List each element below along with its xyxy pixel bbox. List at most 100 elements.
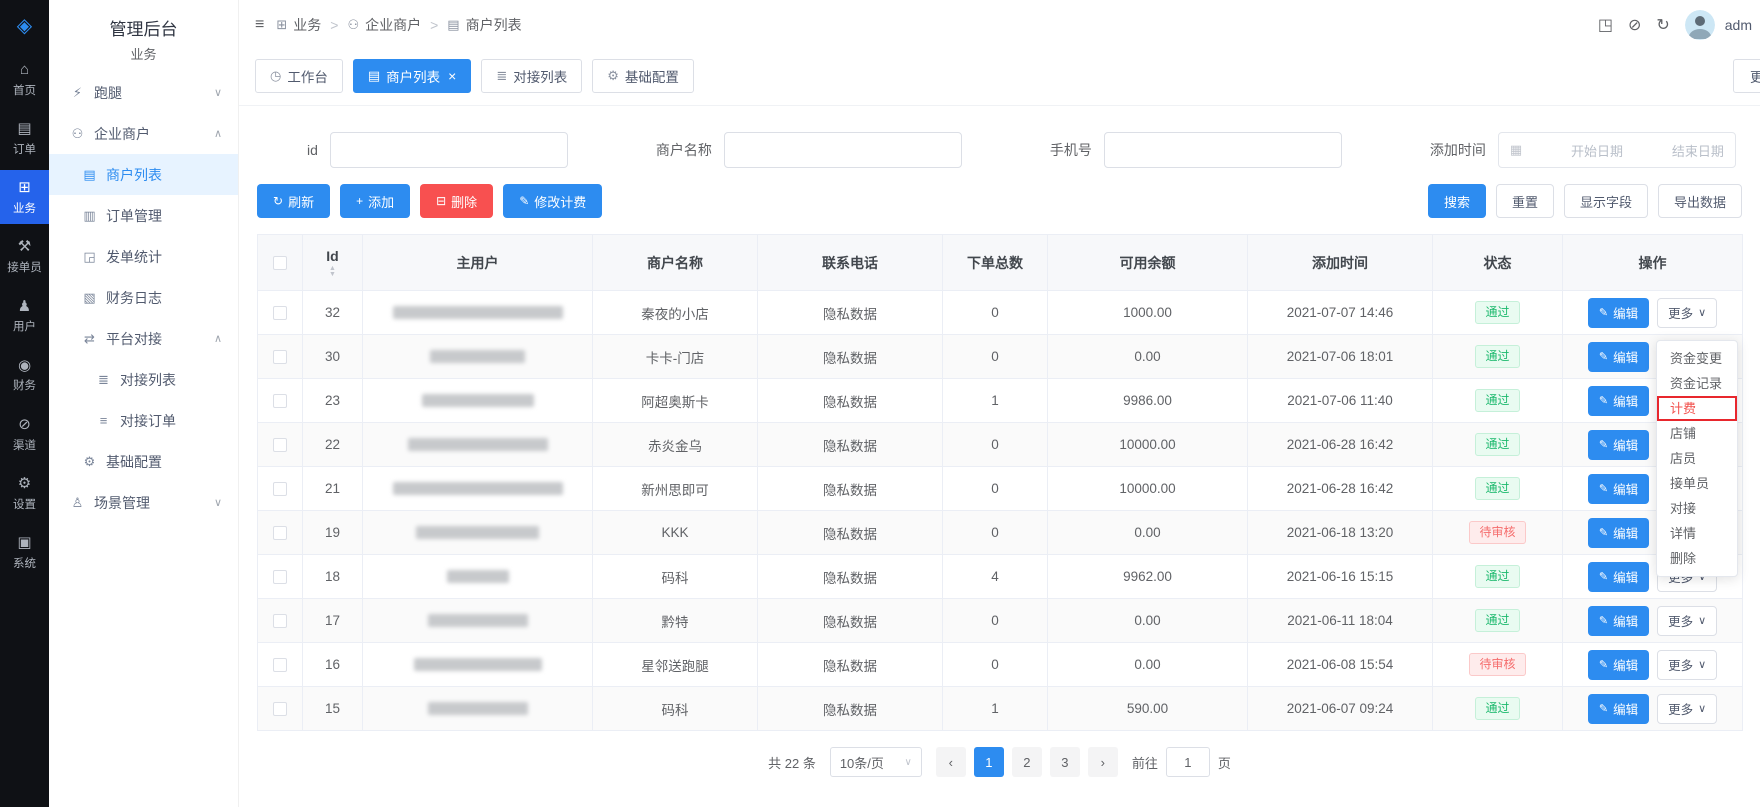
search-button[interactable]: 搜索 (1428, 184, 1486, 218)
delete-button[interactable]: ⊟删除 (420, 184, 493, 218)
page-tab[interactable]: ◷ 工作台 (255, 59, 343, 93)
row-checkbox[interactable] (273, 702, 287, 716)
rail-item-label: 接单员 (7, 262, 42, 274)
more-button[interactable]: 更多∨ (1657, 298, 1717, 328)
username-label[interactable]: adm (1725, 17, 1752, 33)
sidebar-item[interactable]: ▥ 订单管理 (49, 195, 238, 236)
export-data-button[interactable]: 导出数据 (1658, 184, 1742, 218)
next-page-button[interactable]: › (1088, 747, 1118, 777)
edit-button[interactable]: ✎编辑 (1588, 694, 1649, 724)
page-tab[interactable]: ≣ 对接列表 (481, 59, 582, 93)
chevron-icon: ∨ (214, 496, 222, 509)
phone-input[interactable] (1104, 132, 1342, 168)
sidebar-item[interactable]: ▧ 财务日志 (49, 277, 238, 318)
sidebar-item[interactable]: ◲ 发单统计 (49, 236, 238, 277)
modify-billing-button[interactable]: ✎修改计费 (503, 184, 602, 218)
more-button[interactable]: 更多∨ (1657, 650, 1717, 680)
row-order-count: 4 (943, 555, 1048, 599)
row-checkbox[interactable] (273, 614, 287, 628)
breadcrumb-item[interactable]: > ▤ 商户列表 (421, 15, 521, 35)
sidebar-item[interactable]: ⚙ 基础配置 (49, 441, 238, 482)
breadcrumb-item[interactable]: > ⚇ 企业商户 (321, 15, 421, 35)
dropdown-item[interactable]: 详情 (1657, 521, 1737, 546)
select-all-checkbox[interactable] (273, 256, 287, 270)
row-checkbox[interactable] (273, 482, 287, 496)
sidebar-item[interactable]: ⚡ 跑腿 ∨ (49, 72, 238, 113)
header-status: 状态 (1433, 235, 1563, 291)
id-input[interactable] (330, 132, 568, 168)
row-operations: ✎编辑 更多∨ (1563, 291, 1743, 335)
row-checkbox[interactable] (273, 570, 287, 584)
rail-item[interactable]: ♟用户 (0, 289, 49, 343)
rail-item[interactable]: ▣系统 (0, 525, 49, 579)
row-checkbox[interactable] (273, 658, 287, 672)
fullscreen-icon[interactable]: ◳ (1598, 15, 1613, 35)
more-button[interactable]: 更多∨ (1657, 694, 1717, 724)
edit-button[interactable]: ✎编辑 (1588, 606, 1649, 636)
dropdown-item[interactable]: 资金变更 (1657, 346, 1737, 371)
edit-button[interactable]: ✎编辑 (1588, 386, 1649, 416)
rail-item[interactable]: ⊘渠道 (0, 407, 49, 461)
edit-button[interactable]: ✎编辑 (1588, 518, 1649, 548)
edit-button[interactable]: ✎编辑 (1588, 474, 1649, 504)
page-size-select[interactable]: 10条/页 ∨ (830, 747, 922, 777)
sort-carets[interactable]: ▲▼ (329, 266, 336, 278)
refresh-page-icon[interactable]: ↻ (1656, 15, 1669, 35)
sidebar-collapse-icon[interactable]: ≡ (255, 16, 264, 34)
row-checkbox[interactable] (273, 526, 287, 540)
dropdown-item[interactable]: 删除 (1657, 546, 1737, 571)
rail-item[interactable]: ▤订单 (0, 111, 49, 165)
sidebar-item[interactable]: ⚇ 企业商户 ∧ (49, 113, 238, 154)
page-number-button[interactable]: 3 (1050, 747, 1080, 777)
show-fields-button[interactable]: 显示字段 (1564, 184, 1648, 218)
sidebar-item[interactable]: ▤ 商户列表 (49, 154, 238, 195)
dropdown-item[interactable]: 店铺 (1657, 421, 1737, 446)
rail-item[interactable]: ⚙设置 (0, 466, 49, 520)
page-number-button[interactable]: 2 (1012, 747, 1042, 777)
edit-button[interactable]: ✎编辑 (1588, 430, 1649, 460)
row-checkbox[interactable] (273, 306, 287, 320)
row-checkbox[interactable] (273, 438, 287, 452)
phone-label: 手机号 (1050, 140, 1092, 160)
row-checkbox[interactable] (273, 394, 287, 408)
edit-button[interactable]: ✎编辑 (1588, 342, 1649, 372)
breadcrumb-item[interactable]: ⊞ 业务 (276, 15, 321, 35)
sidebar-item[interactable]: ≡ 对接订单 (49, 400, 238, 441)
page-tab[interactable]: ⚙ 基础配置 (592, 59, 694, 93)
more-button[interactable]: 更多∨ (1657, 606, 1717, 636)
edit-button[interactable]: ✎编辑 (1588, 298, 1649, 328)
rail-item[interactable]: ◉财务 (0, 348, 49, 402)
sidebar-item[interactable]: ♙ 场景管理 ∨ (49, 482, 238, 523)
row-checkbox[interactable] (273, 350, 287, 364)
user-avatar[interactable] (1685, 10, 1715, 40)
refresh-button[interactable]: ↻刷新 (257, 184, 330, 218)
dropdown-item[interactable]: 店员 (1657, 446, 1737, 471)
dropdown-item[interactable]: 对接 (1657, 496, 1737, 521)
app-logo-icon[interactable]: ◈ (0, 0, 49, 52)
rail-item[interactable]: ⌂首页 (0, 52, 49, 106)
tab-icon: ◷ (270, 68, 281, 84)
dropdown-item[interactable]: 计费 (1657, 396, 1737, 421)
tabs-more-button[interactable]: 更多 (1733, 59, 1760, 93)
dropdown-item[interactable]: 资金记录 (1657, 371, 1737, 396)
goto-page-input[interactable] (1166, 747, 1210, 777)
rail-item[interactable]: ⚒接单员 (0, 229, 49, 283)
rail-item[interactable]: ⊞业务 (0, 170, 49, 224)
sidebar-item[interactable]: ⇄ 平台对接 ∧ (49, 318, 238, 359)
add-button[interactable]: +添加 (340, 184, 410, 218)
sort-desc-icon[interactable]: ▼ (329, 272, 336, 278)
tab-close-icon[interactable]: × (448, 68, 456, 84)
reset-button[interactable]: 重置 (1496, 184, 1554, 218)
page-tab[interactable]: ▤ 商户列表 × (353, 59, 471, 93)
edit-button[interactable]: ✎编辑 (1588, 562, 1649, 592)
dropdown-item[interactable]: 接单员 (1657, 471, 1737, 496)
page-number-button[interactable]: 1 (974, 747, 1004, 777)
merchant-name-input[interactable] (724, 132, 962, 168)
sidebar-item[interactable]: ≣ 对接列表 (49, 359, 238, 400)
prev-page-button[interactable]: ‹ (936, 747, 966, 777)
clear-cache-icon[interactable]: ⊘ (1628, 15, 1641, 35)
date-range-picker[interactable]: ▦ 开始日期 结束日期 (1498, 132, 1736, 168)
edit-button[interactable]: ✎编辑 (1588, 650, 1649, 680)
table-header-row: Id ▲▼ 主用户 商户名称 联系电话 下单总数 可用余额 添加时间 状态 操作 (258, 235, 1743, 291)
header-main-user: 主用户 (363, 235, 593, 291)
